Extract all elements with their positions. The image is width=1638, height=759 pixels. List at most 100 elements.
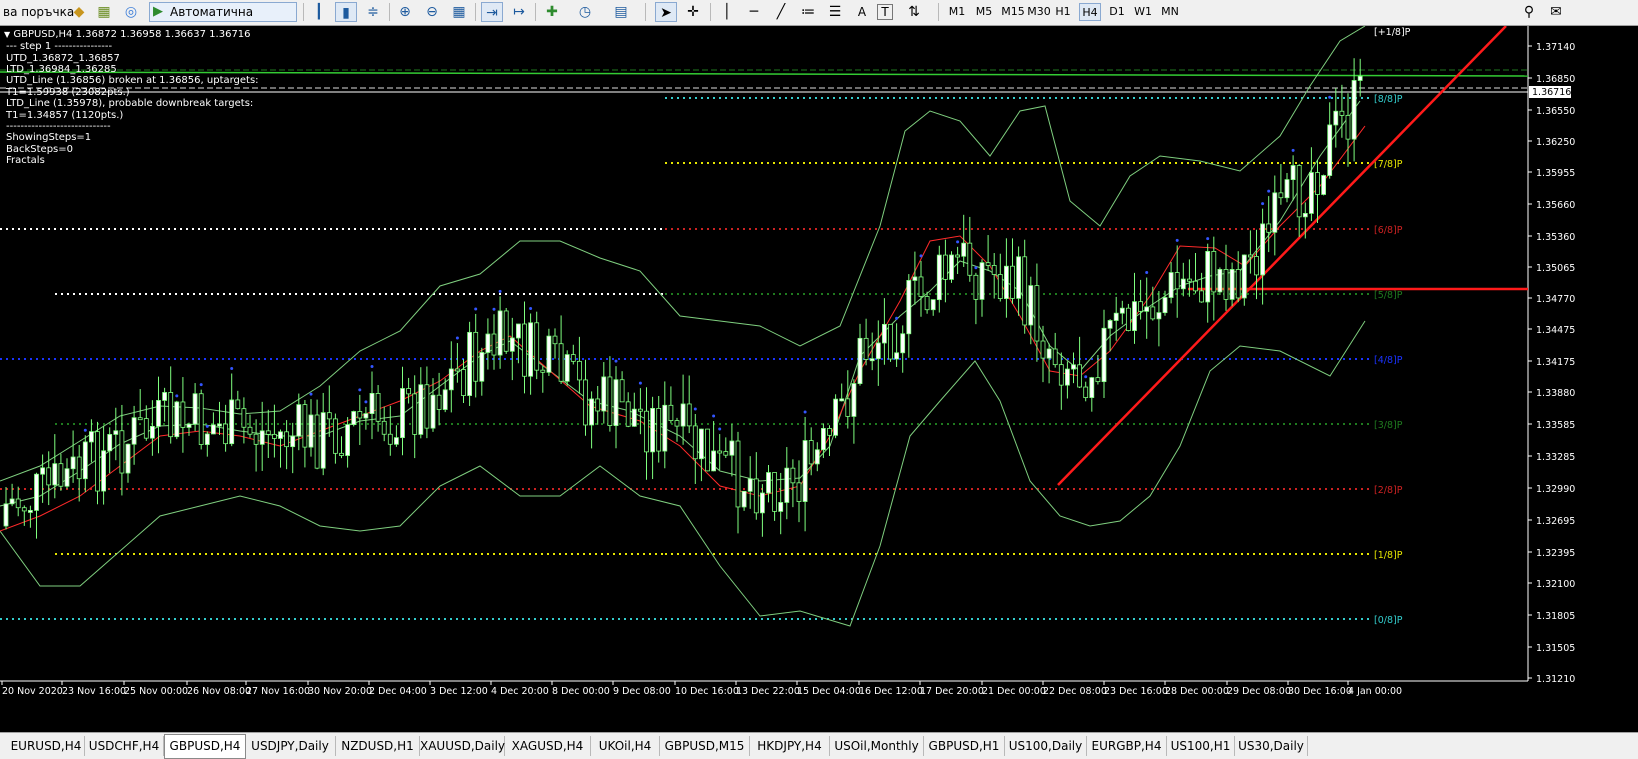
candle-body <box>223 423 229 445</box>
timeframe-m30-button[interactable]: M30 <box>1026 3 1052 21</box>
candle-body <box>1284 179 1290 199</box>
fractal-marker <box>712 414 716 418</box>
candle-body <box>473 331 479 382</box>
chart-window[interactable]: 1.37140 1.36850 1.36550 1.36250 1.35955 1.356… <box>0 25 1638 732</box>
timeframe-m1-button[interactable]: M1 <box>946 3 968 21</box>
candle-body <box>46 467 52 486</box>
chart-tab[interactable]: XAUUSD,Daily <box>420 736 505 756</box>
text-label-icon[interactable]: T <box>877 4 893 20</box>
candle-body <box>1211 250 1217 293</box>
equidistant-channel-icon[interactable]: ≔ <box>797 2 819 22</box>
chart-tab[interactable]: GBPUSD,H4 <box>164 734 246 759</box>
bar-chart-icon[interactable]: ┃ <box>308 2 330 22</box>
candle-body <box>265 430 271 435</box>
search-icon[interactable]: ⚲ <box>1518 2 1540 22</box>
candle-body <box>1193 280 1198 292</box>
candle-body <box>821 428 826 451</box>
cursor-icon[interactable]: ➤ <box>655 2 677 22</box>
candle-body <box>503 310 509 352</box>
candle-body <box>198 393 204 445</box>
trendline-icon[interactable]: ╱ <box>770 2 792 22</box>
chart-tab[interactable]: GBPUSD,H1 <box>924 736 1005 756</box>
chart-tab[interactable]: USOil,Monthly <box>830 736 924 756</box>
strategy-tester-icon[interactable]: ▦ <box>93 2 115 22</box>
chart-tab[interactable]: HKDJPY,H4 <box>750 736 830 756</box>
chart-tab[interactable]: USDJPY,Daily <box>245 736 336 756</box>
line-chart-icon[interactable]: ≑ <box>362 2 384 22</box>
indicators-icon[interactable]: ✚ <box>541 2 563 22</box>
vertical-line-icon[interactable]: │ <box>716 2 738 22</box>
chart-tab[interactable]: USDCHF,H4 <box>85 736 164 756</box>
fractal-marker <box>364 400 368 404</box>
signals-icon[interactable]: ◎ <box>120 2 142 22</box>
autoscroll-icon[interactable]: ⇥ <box>481 2 503 22</box>
candle-body <box>619 379 625 403</box>
candle-body <box>997 274 1003 299</box>
candle-body <box>119 430 125 474</box>
tile-windows-icon[interactable]: ▦ <box>448 2 470 22</box>
timeframe-h4-button[interactable]: H4 <box>1079 3 1101 21</box>
fractal-marker <box>455 336 459 340</box>
chart-tab[interactable]: EURUSD,H4 <box>8 736 85 756</box>
candle-body <box>607 376 613 426</box>
chart-tab[interactable]: US100,Daily <box>1005 736 1087 756</box>
chart-tab[interactable]: XAGUSD,H4 <box>505 736 591 756</box>
chart-shift-icon[interactable]: ↦ <box>508 2 530 22</box>
timeframe-w1-button[interactable]: W1 <box>1132 3 1154 21</box>
candle-body <box>882 323 887 344</box>
timeframe-mn-button[interactable]: MN <box>1158 3 1182 21</box>
templates-icon[interactable]: ▤ <box>610 2 632 22</box>
murrey-level-label: [5/8]P <box>1374 290 1403 301</box>
chart-tab[interactable]: UKOil,H4 <box>591 736 660 756</box>
candle-body <box>491 333 497 356</box>
candle-body <box>1034 285 1040 342</box>
arrows-icon[interactable]: ⇅ <box>903 2 925 22</box>
chart-tab[interactable]: US100,H1 <box>1167 736 1235 756</box>
candle-body <box>528 322 533 377</box>
candle-body <box>686 403 692 427</box>
candle-body <box>900 333 906 354</box>
collapse-icon[interactable]: ▼ <box>4 30 10 39</box>
candle-body <box>1302 213 1308 218</box>
candle-body <box>1187 278 1192 282</box>
zoom-in-icon[interactable]: ⊕ <box>394 2 416 22</box>
candle-body <box>577 360 582 381</box>
candle-body <box>1126 307 1131 331</box>
timeframe-m5-button[interactable]: M5 <box>972 3 996 21</box>
time-label: 15 Dec 04:00 <box>797 686 861 697</box>
price-chart[interactable]: 1.37140 1.36850 1.36550 1.36250 1.35955 1.356… <box>0 25 1638 732</box>
timeframe-m15-button[interactable]: M15 <box>1000 3 1026 21</box>
candle-body <box>778 502 784 512</box>
play-icon: ▶ <box>153 4 163 19</box>
candlestick-icon[interactable]: ▮ <box>335 2 357 22</box>
autotrading-button[interactable]: ▶ Автоматична търговия <box>149 2 297 37</box>
chart-tab[interactable]: EURGBP,H4 <box>1087 736 1167 756</box>
candle-body <box>1223 269 1229 300</box>
murrey-level-label: [1/8]P <box>1374 550 1403 561</box>
candle-body <box>485 333 491 353</box>
periods-icon[interactable]: ◷ <box>574 2 596 22</box>
candle-body <box>1229 269 1235 300</box>
candle-body <box>601 376 607 412</box>
horizontal-line-icon[interactable]: ─ <box>743 2 765 22</box>
fibonacci-icon[interactable]: ☰ <box>824 2 846 22</box>
candle-body <box>741 490 747 508</box>
chart-tab[interactable]: NZDUSD,H1 <box>336 736 420 756</box>
metaeditor-icon[interactable]: ◆ <box>68 2 90 22</box>
chart-tab[interactable]: GBPUSD,M15 <box>660 736 750 756</box>
timeframe-h1-button[interactable]: H1 <box>1052 3 1074 21</box>
fractal-marker <box>1175 238 1179 242</box>
time-label: 21 Dec 00:00 <box>982 686 1046 697</box>
crosshair-icon[interactable]: ✛ <box>682 2 704 22</box>
candle-body <box>247 426 253 435</box>
chart-tab[interactable]: US30,Daily <box>1235 736 1308 756</box>
text-tool-icon[interactable]: A <box>851 2 873 22</box>
candle-body <box>1278 192 1284 199</box>
timeframe-d1-button[interactable]: D1 <box>1106 3 1128 21</box>
candle-body <box>753 478 759 514</box>
zoom-out-icon[interactable]: ⊖ <box>421 2 443 22</box>
price-label: 1.37140 <box>1536 42 1575 53</box>
candle-body <box>1248 254 1253 258</box>
new-order-button[interactable]: ва поръчка <box>3 2 74 22</box>
chat-icon[interactable]: ✉ <box>1545 2 1567 22</box>
